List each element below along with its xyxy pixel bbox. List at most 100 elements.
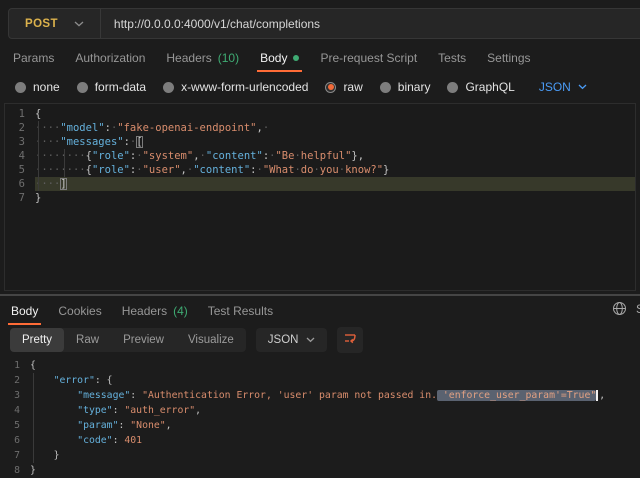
- body-modified-dot: [293, 55, 299, 61]
- wrap-text-icon: [343, 331, 357, 350]
- raw-language-select[interactable]: JSON: [539, 80, 587, 94]
- response-body-editor[interactable]: 1{2 "error": {3 "message": "Authenticati…: [0, 356, 640, 477]
- response-toolbar: Pretty Raw Preview Visualize JSON: [10, 327, 363, 353]
- radio-icon: [447, 82, 458, 93]
- code-content: "code": 401: [30, 433, 640, 448]
- code-content: ········{"role":·"system",·"content":·"B…: [35, 149, 635, 163]
- tab-params[interactable]: Params: [13, 51, 54, 65]
- code-line[interactable]: 7 }: [0, 448, 640, 463]
- mode-x-www-form-urlencoded[interactable]: x-www-form-urlencoded: [163, 80, 308, 94]
- line-number: 3: [5, 135, 25, 149]
- line-number: 6: [5, 177, 25, 191]
- code-content: ········{"role":·"user",·"content":·"Wha…: [35, 163, 635, 177]
- code-line[interactable]: 4 ········{"role":·"system",·"content":·"…: [5, 149, 635, 163]
- chevron-down-icon: [578, 84, 587, 90]
- chevron-down-icon: [74, 21, 84, 27]
- mode-none[interactable]: none: [15, 80, 60, 94]
- line-number: 4: [5, 149, 25, 163]
- line-number: 4: [0, 403, 20, 418]
- response-headers-count-badge: (4): [173, 304, 188, 318]
- request-tabs: Params Authorization Headers (10) Body P…: [13, 47, 531, 69]
- code-line[interactable]: 5 "param": "None",: [0, 418, 640, 433]
- code-content: "error": {: [30, 373, 640, 388]
- view-raw[interactable]: Raw: [64, 328, 111, 352]
- line-number: 5: [5, 163, 25, 177]
- request-url-bar: POST http://0.0.0.0:4000/v1/chat/complet…: [8, 8, 640, 39]
- code-line[interactable]: 7}: [5, 191, 635, 205]
- code-content: {: [35, 107, 635, 121]
- code-line[interactable]: 5 ········{"role":·"user",·"content":·"Wh…: [5, 163, 635, 177]
- tab-headers[interactable]: Headers (10): [166, 51, 239, 65]
- code-line[interactable]: 3 ····"messages":·[: [5, 135, 635, 149]
- code-line[interactable]: 6 "code": 401: [0, 433, 640, 448]
- pane-divider[interactable]: [0, 294, 640, 296]
- request-body-editor[interactable]: 1{2····"model":·"fake-openai-endpoint",·…: [4, 103, 636, 291]
- radio-icon: [15, 82, 26, 93]
- line-number: 8: [0, 463, 20, 478]
- code-line[interactable]: 1{: [5, 107, 635, 121]
- method-selector[interactable]: POST: [9, 9, 100, 38]
- tab-authorization[interactable]: Authorization: [75, 51, 145, 65]
- mode-form-data[interactable]: form-data: [77, 80, 146, 94]
- network-info-button[interactable]: [612, 301, 627, 321]
- tab-test-results[interactable]: Test Results: [208, 304, 273, 318]
- line-number: 1: [0, 358, 20, 373]
- code-content: ····"messages":·[: [35, 135, 635, 149]
- tab-pre-request-script[interactable]: Pre-request Script: [320, 51, 417, 65]
- body-type-selector: none form-data x-www-form-urlencoded raw…: [15, 76, 587, 98]
- line-number: 7: [5, 191, 25, 205]
- mode-graphql[interactable]: GraphQL: [447, 80, 514, 94]
- headers-count-badge: (10): [218, 51, 239, 65]
- radio-icon: [77, 82, 88, 93]
- code-line[interactable]: 2 "error": {: [0, 373, 640, 388]
- radio-icon: [380, 82, 391, 93]
- code-content: }: [35, 191, 635, 205]
- tab-response-body[interactable]: Body: [11, 304, 38, 318]
- code-content: }: [30, 448, 640, 463]
- code-line[interactable]: 2 ····"model":·"fake-openai-endpoint",·: [5, 121, 635, 135]
- line-number: 2: [0, 373, 20, 388]
- line-number: 2: [5, 121, 25, 135]
- view-preview[interactable]: Preview: [111, 328, 176, 352]
- mode-binary[interactable]: binary: [380, 80, 431, 94]
- radio-selected-icon: [325, 82, 336, 93]
- indent-guide: [33, 373, 34, 463]
- code-content: }: [30, 463, 640, 478]
- line-number: 7: [0, 448, 20, 463]
- code-line[interactable]: 8}: [0, 463, 640, 478]
- method-label: POST: [25, 18, 58, 30]
- code-content: "type": "auth_error",: [30, 403, 640, 418]
- tab-tests[interactable]: Tests: [438, 51, 466, 65]
- response-view-switcher: Pretty Raw Preview Visualize: [10, 328, 246, 352]
- code-content: "message": "Authentication Error, 'user'…: [30, 388, 640, 403]
- tab-response-headers[interactable]: Headers (4): [122, 304, 188, 318]
- response-language-select[interactable]: JSON: [256, 328, 328, 352]
- text-cursor: [596, 390, 598, 401]
- view-pretty[interactable]: Pretty: [10, 328, 64, 352]
- response-tabs: Body Cookies Headers (4) Test Results: [11, 301, 273, 321]
- wrap-text-button[interactable]: [337, 327, 363, 353]
- tab-cookies[interactable]: Cookies: [58, 304, 101, 318]
- code-content: ····"model":·"fake-openai-endpoint",·: [35, 121, 635, 135]
- globe-icon: [612, 301, 627, 321]
- mode-raw[interactable]: raw: [325, 80, 362, 94]
- code-line[interactable]: 6 ····]: [5, 177, 635, 191]
- chevron-down-icon: [306, 337, 315, 343]
- line-number: 5: [0, 418, 20, 433]
- code-content: {: [30, 358, 640, 373]
- tab-settings[interactable]: Settings: [487, 51, 530, 65]
- radio-icon: [163, 82, 174, 93]
- code-content: ····]: [35, 177, 635, 191]
- clipped-status-text: S: [636, 302, 640, 316]
- line-number: 1: [5, 107, 25, 121]
- url-input[interactable]: http://0.0.0.0:4000/v1/chat/completions: [101, 17, 320, 31]
- line-number: 3: [0, 388, 20, 403]
- code-line[interactable]: 1{: [0, 358, 640, 373]
- code-line[interactable]: 3 "message": "Authentication Error, 'use…: [0, 388, 640, 403]
- code-line[interactable]: 4 "type": "auth_error",: [0, 403, 640, 418]
- view-visualize[interactable]: Visualize: [176, 328, 246, 352]
- code-content: "param": "None",: [30, 418, 640, 433]
- indent-guide: [38, 121, 39, 191]
- indent-guide: [64, 149, 65, 177]
- tab-body[interactable]: Body: [260, 51, 299, 65]
